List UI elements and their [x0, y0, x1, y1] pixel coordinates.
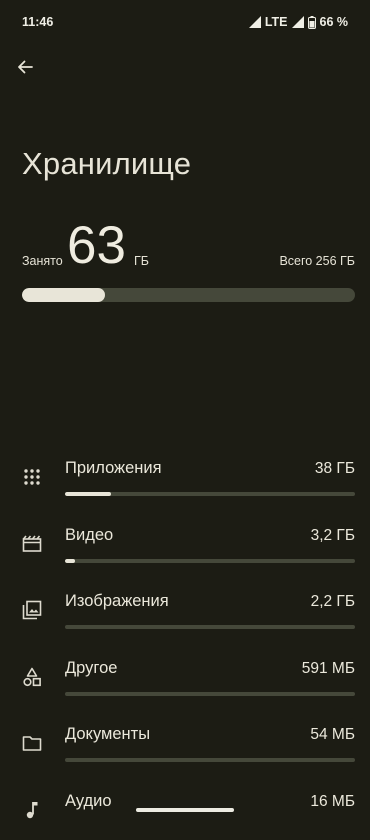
network-type: LTE	[264, 15, 288, 29]
arrow-back-icon	[16, 58, 34, 81]
used-label: Занято	[22, 254, 63, 268]
category-size: 16 МБ	[310, 792, 355, 810]
category-name: Аудио	[65, 791, 112, 810]
category-usage-bar	[65, 492, 355, 496]
category-size: 2,2 ГБ	[310, 593, 355, 611]
category-item-other[interactable]: Другое 591 МБ	[0, 640, 370, 707]
storage-usage-bar	[22, 288, 355, 302]
category-name: Другое	[65, 658, 118, 677]
battery-percent: 66 %	[319, 15, 349, 29]
category-usage-bar	[65, 691, 355, 696]
category-name: Изображения	[65, 592, 169, 611]
category-name: Документы	[65, 725, 151, 744]
total-storage-label: Всего 256 ГБ	[279, 254, 355, 268]
music-note-icon	[22, 800, 42, 820]
apps-grid-icon	[22, 467, 42, 487]
storage-summary: Занято 63 ГБ Всего 256 ГБ	[22, 214, 355, 276]
category-name: Видео	[65, 525, 114, 544]
shapes-icon	[22, 667, 42, 687]
wifi-signal-icon	[248, 16, 261, 28]
category-size: 591 МБ	[301, 659, 355, 677]
category-usage-bar-fill	[65, 492, 112, 496]
folder-icon	[22, 733, 42, 753]
used-value: 63	[67, 216, 126, 275]
category-name: Приложения	[65, 459, 162, 477]
clock: 11:46	[22, 15, 54, 29]
category-usage-bar	[65, 558, 355, 563]
storage-usage-bar-fill	[22, 288, 106, 302]
category-item-apps[interactable]: Приложения 38 ГБ	[0, 440, 370, 507]
category-item-images[interactable]: Изображения 2,2 ГБ	[0, 573, 370, 640]
category-size: 54 МБ	[310, 726, 355, 744]
category-usage-bar	[65, 625, 355, 630]
back-button[interactable]	[12, 56, 38, 82]
category-item-video[interactable]: Видео 3,2 ГБ	[0, 507, 370, 574]
category-size: 3,2 ГБ	[310, 526, 355, 544]
video-icon	[22, 534, 42, 554]
battery-icon	[307, 15, 316, 29]
category-list: Приложения 38 ГБ Видео 3,2 ГБ Изображени…	[0, 440, 370, 840]
status-bar: 11:46 LTE 66 %	[0, 0, 370, 44]
used-unit: ГБ	[134, 254, 149, 268]
category-size: 38 ГБ	[314, 460, 355, 477]
category-usage-bar	[65, 758, 355, 763]
status-icons: LTE 66 %	[248, 15, 349, 29]
home-indicator[interactable]	[136, 808, 234, 812]
cell-signal-icon	[291, 16, 304, 28]
category-item-audio[interactable]: Аудио 16 МБ	[0, 773, 370, 840]
category-item-documents[interactable]: Документы 54 МБ	[0, 706, 370, 773]
page-title: Хранилище	[22, 146, 192, 181]
category-usage-bar-fill	[65, 558, 76, 563]
images-icon	[22, 600, 42, 620]
